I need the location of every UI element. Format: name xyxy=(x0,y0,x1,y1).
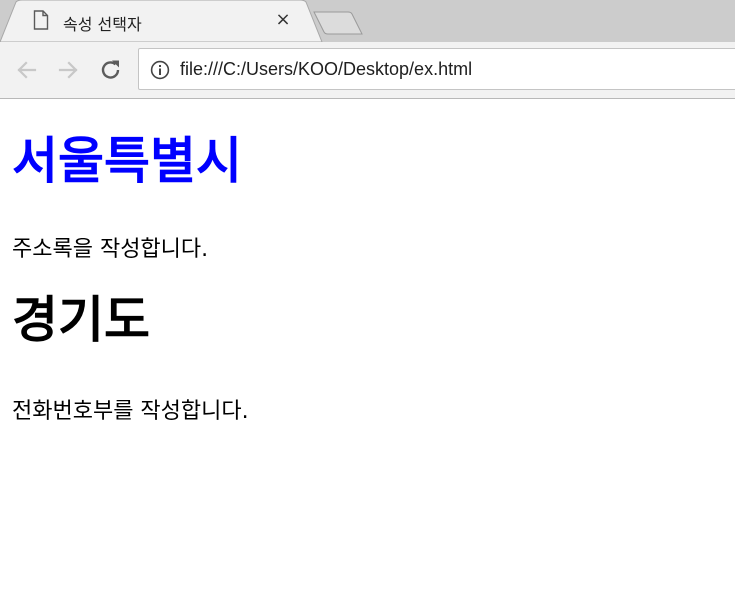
paragraph-phone-book: 전화번호부를 작성합니다. xyxy=(12,399,249,424)
tab-strip: 속성 선택자 × xyxy=(0,0,735,42)
document-icon xyxy=(33,10,49,30)
tab-title: 속성 선택자 xyxy=(63,15,142,34)
info-icon[interactable] xyxy=(150,60,170,80)
page-content: 서울특별시 주소록을 작성합니다. 경기도 전화번호부를 작성합니다. xyxy=(0,99,735,590)
new-tab-button[interactable] xyxy=(312,10,364,36)
heading-gyeonggi: 경기도 xyxy=(12,291,150,349)
reload-icon[interactable] xyxy=(98,57,124,83)
address-bar[interactable]: file:///C:/Users/KOO/Desktop/ex.html xyxy=(138,48,735,90)
url-text[interactable]: file:///C:/Users/KOO/Desktop/ex.html xyxy=(180,59,472,80)
active-tab[interactable] xyxy=(16,0,306,42)
toolbar: file:///C:/Users/KOO/Desktop/ex.html xyxy=(0,42,735,99)
tab-close-icon[interactable]: × xyxy=(274,11,292,29)
heading-seoul: 서울특별시 xyxy=(12,132,242,190)
arrow-left-icon[interactable] xyxy=(14,57,40,83)
browser-window: 속성 선택자 × file:///C:/Users/KOO/Desktop/ex… xyxy=(0,0,735,590)
paragraph-address-book: 주소록을 작성합니다. xyxy=(12,237,209,262)
arrow-right-icon[interactable] xyxy=(55,57,81,83)
